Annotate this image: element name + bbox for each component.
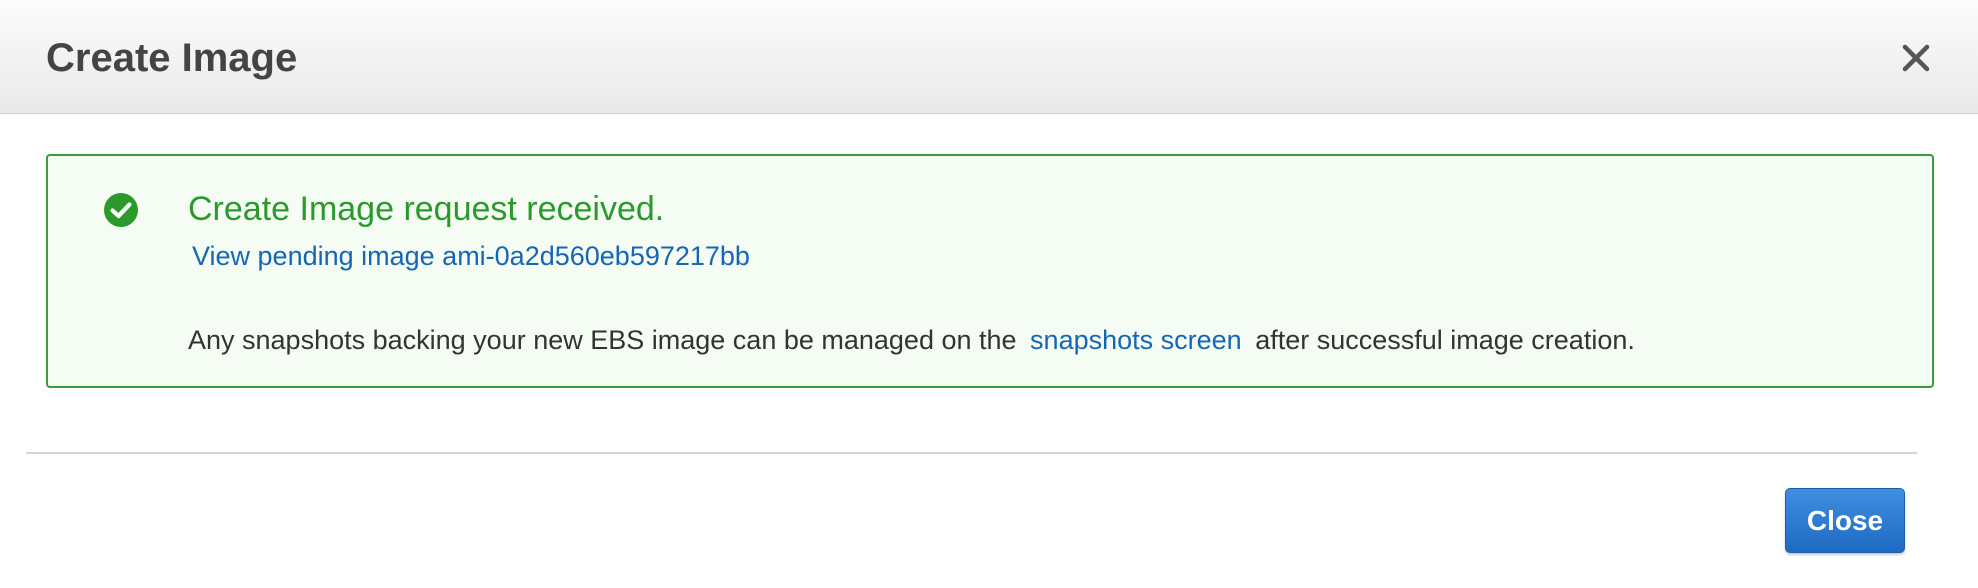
footer-divider (26, 452, 1917, 454)
dialog-title: Create Image (46, 36, 298, 80)
check-circle-icon (103, 192, 139, 228)
alert-title: Create Image request received. (188, 190, 665, 228)
snapshots-screen-link[interactable]: snapshots screen (1030, 325, 1242, 355)
success-alert: Create Image request received. View pend… (46, 154, 1934, 388)
view-pending-image-link[interactable]: View pending image ami-0a2d560eb597217bb (192, 236, 750, 276)
create-image-dialog: Create Image Create Image request receiv… (0, 0, 1978, 588)
close-x-icon[interactable] (1896, 38, 1936, 78)
dialog-header: Create Image (0, 0, 1978, 114)
note-suffix: after successful image creation. (1255, 325, 1635, 355)
snapshot-note: Any snapshots backing your new EBS image… (188, 320, 1635, 360)
close-button[interactable]: Close (1785, 488, 1905, 553)
note-prefix: Any snapshots backing your new EBS image… (188, 325, 1017, 355)
